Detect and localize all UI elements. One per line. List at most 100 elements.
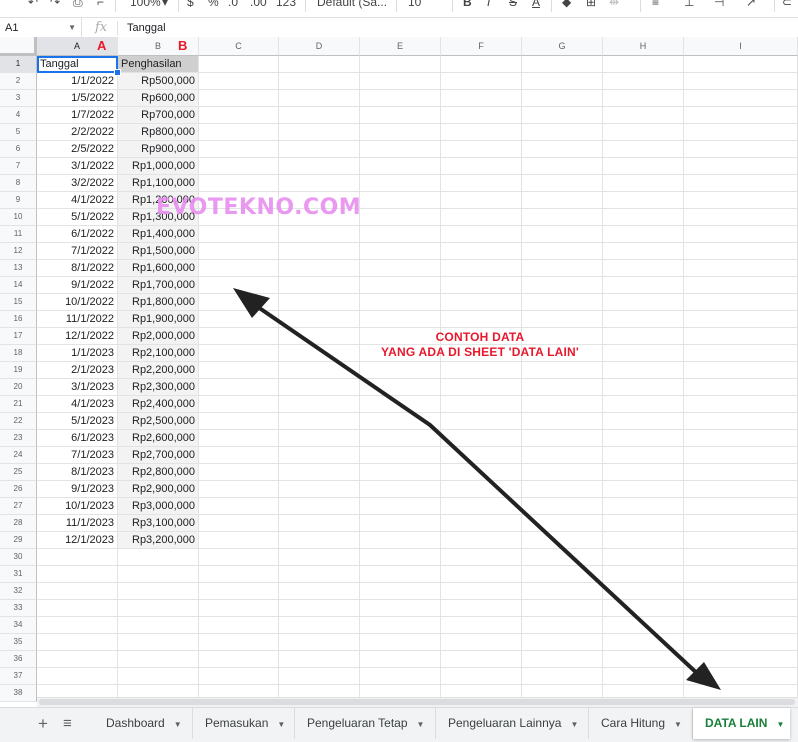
cell-d4[interactable]	[279, 107, 360, 124]
text-wrap-icon[interactable]: ⊣	[714, 0, 724, 9]
print-icon[interactable]: ⎙	[73, 0, 83, 10]
cell-h6[interactable]	[603, 141, 684, 158]
cell-i9[interactable]	[684, 192, 798, 209]
row-header[interactable]: 26	[0, 481, 37, 498]
cell-e20[interactable]	[360, 379, 441, 396]
cell-d2[interactable]	[279, 73, 360, 90]
cell-h16[interactable]	[603, 311, 684, 328]
cell-f13[interactable]	[441, 260, 522, 277]
row-header[interactable]: 12	[0, 243, 37, 260]
cell-b28[interactable]: Rp3,100,000	[118, 515, 199, 532]
cell-h34[interactable]	[603, 617, 684, 634]
cell-g5[interactable]	[522, 124, 603, 141]
cell-d23[interactable]	[279, 430, 360, 447]
cell-f16[interactable]	[441, 311, 522, 328]
cell-c24[interactable]	[199, 447, 279, 464]
cell-i28[interactable]	[684, 515, 798, 532]
sheet-tab-cara-hitung[interactable]: Cara Hitung ▼	[589, 708, 693, 739]
cell-b5[interactable]: Rp800,000	[118, 124, 199, 141]
cell-b25[interactable]: Rp2,800,000	[118, 464, 199, 481]
cell-g16[interactable]	[522, 311, 603, 328]
cell-a36[interactable]	[37, 651, 118, 668]
cell-e25[interactable]	[360, 464, 441, 481]
cell-g23[interactable]	[522, 430, 603, 447]
cell-a8[interactable]: 3/2/2022	[37, 175, 118, 192]
cell-h28[interactable]	[603, 515, 684, 532]
cell-b29[interactable]: Rp3,200,000	[118, 532, 199, 549]
cell-e34[interactable]	[360, 617, 441, 634]
cell-a29[interactable]: 12/1/2023	[37, 532, 118, 549]
cell-g37[interactable]	[522, 668, 603, 685]
cell-h2[interactable]	[603, 73, 684, 90]
cell-a12[interactable]: 7/1/2022	[37, 243, 118, 260]
cell-g29[interactable]	[522, 532, 603, 549]
cell-f34[interactable]	[441, 617, 522, 634]
cell-i17[interactable]	[684, 328, 798, 345]
cell-c31[interactable]	[199, 566, 279, 583]
row-header[interactable]: 22	[0, 413, 37, 430]
cell-e11[interactable]	[360, 226, 441, 243]
column-header-e[interactable]: E	[360, 37, 441, 56]
cell-f11[interactable]	[441, 226, 522, 243]
cell-h10[interactable]	[603, 209, 684, 226]
cell-i13[interactable]	[684, 260, 798, 277]
cell-i22[interactable]	[684, 413, 798, 430]
cell-f23[interactable]	[441, 430, 522, 447]
cell-d7[interactable]	[279, 158, 360, 175]
sheet-tab-pengeluaran-tetap[interactable]: Pengeluaran Tetap ▼	[295, 708, 436, 739]
cell-d3[interactable]	[279, 90, 360, 107]
redo-icon[interactable]: ↷	[50, 0, 60, 9]
cell-g8[interactable]	[522, 175, 603, 192]
row-header[interactable]: 35	[0, 634, 37, 651]
cell-c29[interactable]	[199, 532, 279, 549]
column-header-h[interactable]: H	[603, 37, 684, 56]
chevron-down-icon[interactable]: ▼	[776, 720, 784, 729]
cell-b3[interactable]: Rp600,000	[118, 90, 199, 107]
cell-h22[interactable]	[603, 413, 684, 430]
cell-c19[interactable]	[199, 362, 279, 379]
row-header[interactable]: 28	[0, 515, 37, 532]
row-header[interactable]: 21	[0, 396, 37, 413]
cell-h18[interactable]	[603, 345, 684, 362]
cell-h35[interactable]	[603, 634, 684, 651]
cell-c20[interactable]	[199, 379, 279, 396]
cell-i18[interactable]	[684, 345, 798, 362]
cell-b15[interactable]: Rp1,800,000	[118, 294, 199, 311]
cell-e6[interactable]	[360, 141, 441, 158]
cell-i6[interactable]	[684, 141, 798, 158]
font-size-select[interactable]: 10	[408, 0, 421, 9]
row-header[interactable]: 3	[0, 90, 37, 107]
cell-f12[interactable]	[441, 243, 522, 260]
cell-b21[interactable]: Rp2,400,000	[118, 396, 199, 413]
cell-a11[interactable]: 6/1/2022	[37, 226, 118, 243]
cell-h27[interactable]	[603, 498, 684, 515]
cell-a25[interactable]: 8/1/2023	[37, 464, 118, 481]
horizontal-scrollbar[interactable]	[37, 697, 798, 707]
cell-i31[interactable]	[684, 566, 798, 583]
vertical-align-icon[interactable]: ⊥	[684, 0, 694, 9]
cell-e37[interactable]	[360, 668, 441, 685]
link-icon[interactable]: ⊂	[782, 0, 792, 9]
cell-g6[interactable]	[522, 141, 603, 158]
cell-c37[interactable]	[199, 668, 279, 685]
cell-e7[interactable]	[360, 158, 441, 175]
all-sheets-icon[interactable]: ≡	[63, 714, 72, 734]
cell-d18[interactable]	[279, 345, 360, 362]
cell-i4[interactable]	[684, 107, 798, 124]
cell-g30[interactable]	[522, 549, 603, 566]
cell-c16[interactable]	[199, 311, 279, 328]
cell-a6[interactable]: 2/5/2022	[37, 141, 118, 158]
text-color-button[interactable]: A	[532, 0, 540, 9]
select-all-corner[interactable]	[0, 37, 37, 56]
row-header[interactable]: 15	[0, 294, 37, 311]
cell-i15[interactable]	[684, 294, 798, 311]
row-header[interactable]: 29	[0, 532, 37, 549]
cell-f37[interactable]	[441, 668, 522, 685]
cell-d25[interactable]	[279, 464, 360, 481]
cell-e14[interactable]	[360, 277, 441, 294]
cell-f22[interactable]	[441, 413, 522, 430]
cell-i2[interactable]	[684, 73, 798, 90]
row-header[interactable]: 38	[0, 685, 37, 702]
cell-i8[interactable]	[684, 175, 798, 192]
cell-d17[interactable]	[279, 328, 360, 345]
